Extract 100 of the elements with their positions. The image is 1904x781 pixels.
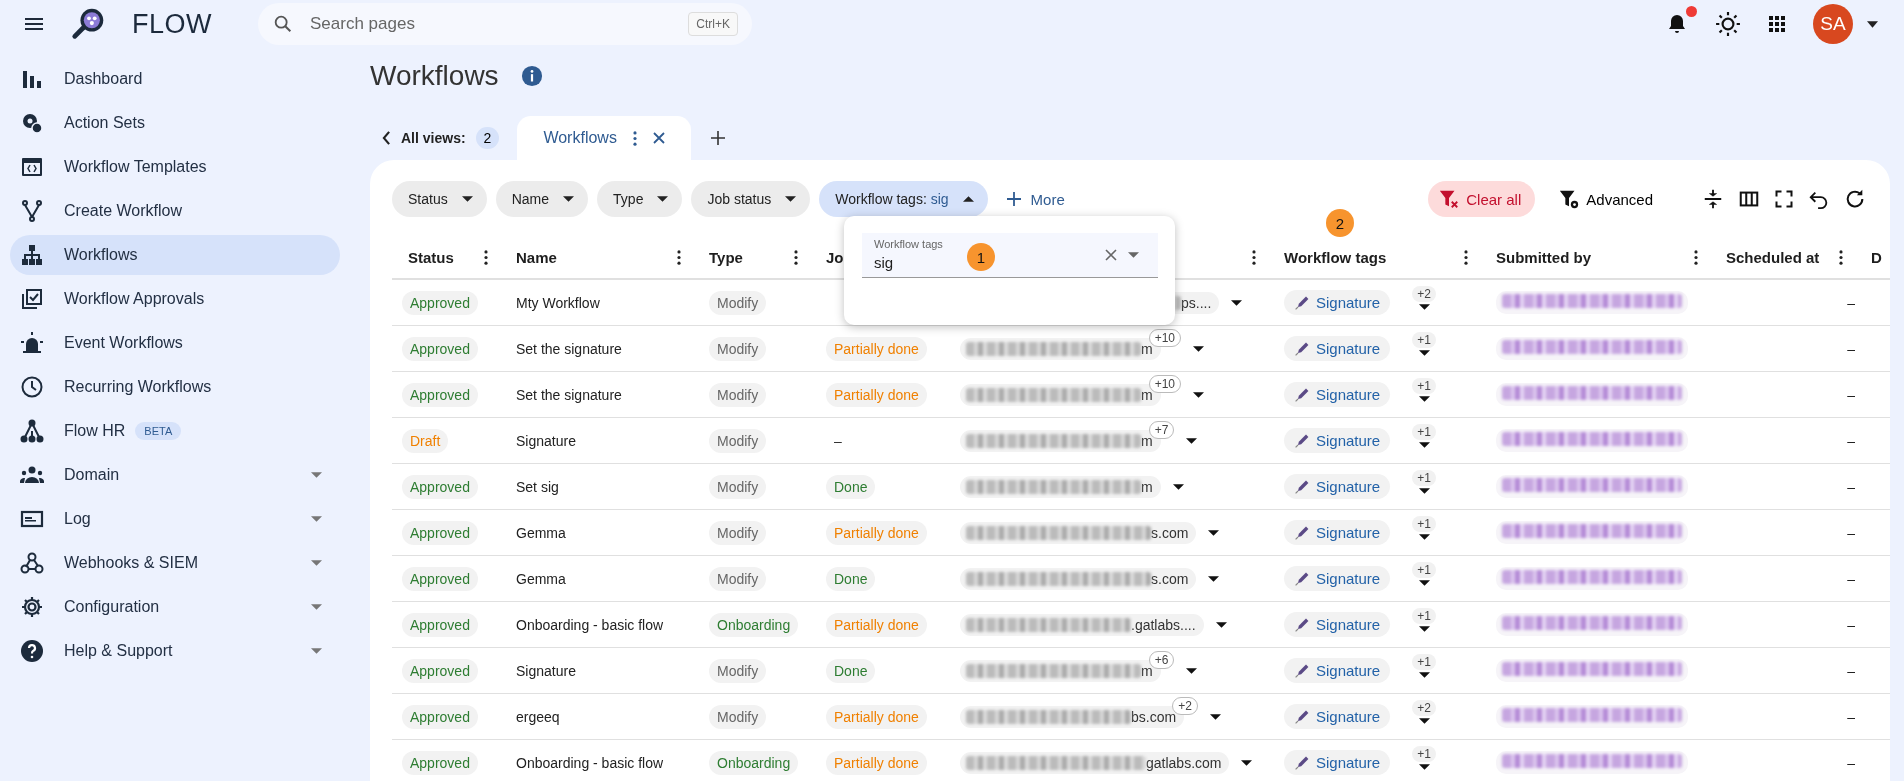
- caret-icon[interactable]: [1867, 20, 1878, 28]
- column-menu-icon[interactable]: [794, 249, 798, 265]
- tag-chip: Signature: [1284, 336, 1391, 361]
- chevron-left-icon: [382, 131, 391, 145]
- clear-all-button[interactable]: Clear all: [1428, 181, 1536, 217]
- tag-chip: Signature: [1284, 750, 1391, 775]
- step-marker: 2: [1326, 209, 1354, 237]
- kebab-icon[interactable]: [632, 130, 637, 146]
- refresh-icon[interactable]: [1844, 188, 1866, 210]
- redacted-email-chip: .gatlabs....: [960, 613, 1204, 636]
- sidebar-item[interactable]: Domain: [10, 455, 340, 495]
- sidebar-item[interactable]: Webhooks & SIEM: [10, 543, 340, 583]
- column-menu-icon[interactable]: [484, 249, 488, 265]
- caret-icon[interactable]: [1186, 667, 1198, 674]
- column-header[interactable]: Submitted by: [1496, 248, 1591, 266]
- table-cell: –: [1847, 432, 1855, 449]
- info-icon[interactable]: [520, 65, 543, 87]
- table-cell: Signature: [516, 432, 576, 449]
- filter-chip[interactable]: Status: [392, 181, 487, 217]
- caret-icon[interactable]: [1208, 575, 1220, 582]
- search-field[interactable]: Search pages Ctrl+K: [258, 3, 752, 45]
- sidebar-item[interactable]: Configuration: [10, 587, 340, 627]
- type-badge: Modify: [709, 520, 767, 545]
- status-badge: Approved: [402, 382, 478, 407]
- table-cell: ergeeq: [516, 708, 560, 725]
- caret-icon[interactable]: [1186, 437, 1198, 444]
- table-cell: –: [1847, 616, 1855, 633]
- status-badge: Approved: [402, 658, 478, 683]
- job-status-badge: Partially done: [826, 612, 927, 637]
- sun-icon[interactable]: [1715, 11, 1741, 37]
- caret-icon[interactable]: [1193, 345, 1205, 352]
- column-menu-icon[interactable]: [677, 249, 681, 265]
- pen-icon: [1294, 478, 1310, 495]
- job-status-badge: Partially done: [826, 750, 927, 775]
- sidebar-item[interactable]: Workflows: [10, 235, 340, 275]
- column-header[interactable]: Jo: [826, 248, 844, 266]
- code-window-icon: [20, 155, 44, 179]
- fork-icon: [20, 199, 44, 223]
- table-cell: –: [1847, 708, 1855, 725]
- caret-icon[interactable]: [1193, 391, 1205, 398]
- user-avatar[interactable]: SA: [1813, 4, 1853, 44]
- column-header[interactable]: Workflow tags: [1284, 248, 1387, 266]
- status-badge: Approved: [402, 336, 478, 361]
- column-menu-icon[interactable]: [1464, 249, 1468, 265]
- sidebar-item[interactable]: Create Workflow: [10, 191, 340, 231]
- advanced-filter-button[interactable]: Advanced: [1552, 187, 1659, 211]
- shortcut-hint: Ctrl+K: [688, 12, 738, 36]
- job-status-badge: Done: [826, 566, 876, 591]
- column-header[interactable]: Status: [408, 248, 454, 266]
- column-menu-icon[interactable]: [1839, 249, 1843, 265]
- field-label: Workflow tags: [874, 238, 943, 250]
- column-header[interactable]: D: [1871, 248, 1882, 266]
- sidebar-item[interactable]: Event Workflows: [10, 323, 340, 363]
- caret-icon[interactable]: [1208, 529, 1220, 536]
- caret-icon[interactable]: [1215, 621, 1227, 628]
- filter-chip[interactable]: Workflow tags: sig: [819, 181, 988, 217]
- caret-icon[interactable]: [1241, 759, 1253, 766]
- fullscreen-icon[interactable]: [1774, 189, 1794, 209]
- sidebar-item[interactable]: Action Sets: [10, 103, 340, 143]
- pen-icon: [1294, 708, 1310, 725]
- clear-icon[interactable]: [1105, 249, 1117, 261]
- status-badge: Approved: [402, 566, 478, 591]
- sidebar-item[interactable]: Workflow Approvals: [10, 279, 340, 319]
- sidebar-item[interactable]: Recurring Workflows: [10, 367, 340, 407]
- caret-icon[interactable]: [1209, 713, 1221, 720]
- more-count-badge: +2: [1412, 285, 1436, 302]
- column-header[interactable]: Scheduled at: [1726, 248, 1820, 266]
- caret-icon[interactable]: [1172, 483, 1184, 490]
- caret-icon[interactable]: [1231, 299, 1243, 306]
- close-icon[interactable]: [652, 132, 665, 144]
- column-header[interactable]: Type: [709, 248, 743, 266]
- filter-settings-icon: [1558, 188, 1581, 210]
- all-views-button[interactable]: All views: 2: [370, 116, 518, 160]
- status-badge: Approved: [402, 704, 478, 729]
- more-count-badge: +2: [1172, 696, 1198, 715]
- density-icon[interactable]: [1702, 188, 1724, 210]
- pen-icon: [1294, 294, 1310, 311]
- tag-chip: Signature: [1284, 428, 1391, 453]
- table-cell: –: [1847, 478, 1855, 495]
- column-menu-icon[interactable]: [1252, 249, 1256, 265]
- add-tab-icon[interactable]: [710, 131, 725, 145]
- column-header[interactable]: Name: [516, 248, 557, 266]
- filter-chip[interactable]: Type: [597, 181, 683, 217]
- sidebar-item[interactable]: Help & Support: [10, 631, 340, 671]
- sidebar-item[interactable]: Dashboard: [10, 59, 340, 99]
- table-cell: Onboarding - basic flow: [516, 616, 664, 633]
- type-badge: Modify: [709, 290, 767, 315]
- more-filters-button[interactable]: More: [996, 190, 1075, 208]
- tag-chip: Signature: [1284, 474, 1391, 499]
- sidebar-item[interactable]: Log: [10, 499, 340, 539]
- table-cell: Signature: [516, 662, 576, 679]
- sidebar-item[interactable]: Workflow Templates: [10, 147, 340, 187]
- caret-icon: [461, 196, 473, 202]
- filter-chip[interactable]: Name: [495, 181, 589, 217]
- filter-chip[interactable]: Job status: [691, 181, 811, 217]
- search-input[interactable]: Search pages: [308, 13, 675, 35]
- column-menu-icon[interactable]: [1694, 249, 1698, 265]
- view-tab[interactable]: Workflows: [517, 116, 691, 160]
- sidebar-item[interactable]: Flow HR BETA: [10, 411, 340, 451]
- caret-icon: [785, 196, 797, 202]
